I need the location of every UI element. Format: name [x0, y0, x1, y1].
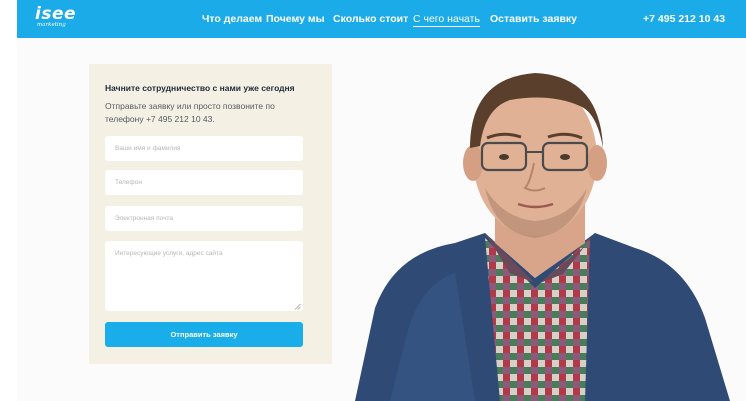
logo[interactable]: isee marketing	[35, 4, 77, 33]
email-input[interactable]	[105, 206, 303, 231]
nav-why-us[interactable]: Почему мы	[266, 13, 325, 25]
name-input[interactable]	[105, 136, 303, 161]
nav-leave-request[interactable]: Оставить заявку	[490, 13, 577, 25]
logo-text: isee	[35, 4, 77, 24]
person-photo	[355, 73, 730, 401]
form-title: Начните сотрудничество с нами уже сегодн…	[105, 83, 295, 93]
nav-pricing[interactable]: Сколько стоит	[333, 13, 408, 25]
form-description: Отправьте заявку или просто позвоните по…	[105, 101, 275, 124]
nav-what-we-do[interactable]: Что делаем	[202, 13, 262, 25]
nav-how-to-start[interactable]: С чего начать	[413, 13, 480, 27]
contact-form-card: Начните сотрудничество с нами уже сегодн…	[89, 64, 332, 364]
submit-request-button[interactable]: Отправить заявку	[105, 322, 303, 347]
message-textarea[interactable]	[105, 241, 303, 311]
page: isee marketing Что делаем Почему мы Скол…	[17, 0, 746, 401]
header-phone-link[interactable]: +7 495 212 10 43	[643, 13, 725, 25]
resize-grip-icon[interactable]	[294, 303, 301, 310]
top-navbar: isee marketing Что делаем Почему мы Скол…	[17, 0, 746, 38]
phone-input[interactable]	[105, 170, 303, 195]
